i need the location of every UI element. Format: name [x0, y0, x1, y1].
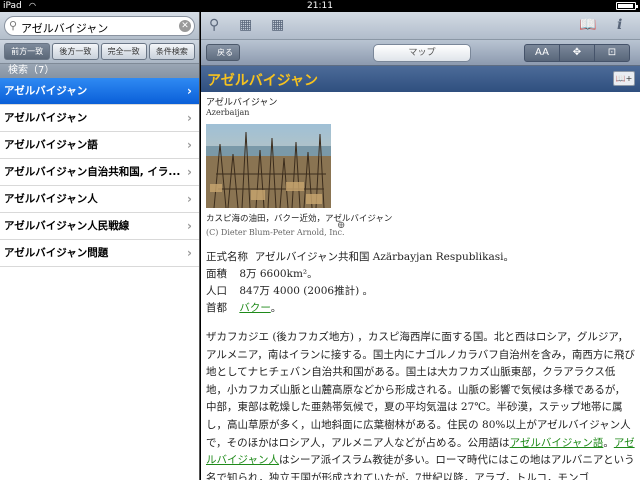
- country-facts: 正式名称 アゼルバイジャン共和国 Azärbayjan Respublikasi…: [206, 249, 635, 317]
- list-item-label: アゼルバイジャン問題: [4, 247, 109, 259]
- chevron-right-icon: ›: [187, 165, 192, 179]
- search-icon[interactable]: ⚲: [209, 17, 219, 33]
- compass-icon[interactable]: ✥: [559, 44, 595, 62]
- fact-value: 847万 4000 (2006推計) 。: [239, 285, 374, 297]
- search-icon: ⚲: [9, 19, 18, 32]
- search-input[interactable]: ⚲ アゼルバイジャン ✕: [4, 16, 195, 36]
- list-item[interactable]: アゼルバイジャン人 ›: [0, 186, 199, 213]
- photo-credit: (C) Dieter Blum-Peter Arnold, Inc.: [206, 228, 345, 237]
- headword: アゼルバイジャン: [206, 98, 278, 108]
- list-item-label: アゼルバイジャン語: [4, 139, 98, 151]
- fact-value: 8万 6600km²。: [239, 268, 318, 280]
- magnify-icon[interactable]: ⊕: [337, 220, 345, 231]
- back-button[interactable]: 戻る: [206, 44, 240, 61]
- list-item-label: アゼルバイジャン: [4, 85, 88, 97]
- list-item-label: アゼルバイジャン: [4, 112, 88, 124]
- scope-advanced-button[interactable]: 条件検索: [148, 43, 195, 60]
- oil-field-photo[interactable]: [206, 124, 331, 208]
- chevron-right-icon: ›: [187, 84, 192, 98]
- search-scope-bar: 前方一致 後方一致 完全一致 条件検索: [0, 40, 199, 64]
- fact-official-name: 正式名称 アゼルバイジャン共和国 Azärbayjan Respublikasi…: [206, 249, 635, 266]
- chevron-right-icon: ›: [187, 138, 192, 152]
- grid-large-icon[interactable]: ▦: [271, 17, 284, 33]
- fact-label: 首都: [206, 302, 227, 314]
- results-panel: ⚲ アゼルバイジャン ✕ 前方一致 後方一致 完全一致 条件検索 検索（7） ア…: [0, 12, 200, 480]
- list-item[interactable]: アゼルバイジャン ›: [0, 78, 199, 105]
- font-size-button[interactable]: AA: [524, 44, 560, 62]
- top-toolbar: ⚲ ▦ ▦ 📖 i: [201, 12, 640, 40]
- language-link[interactable]: アゼルバイジャン語: [510, 437, 604, 449]
- headword-roman: Azerbaijan: [206, 108, 250, 117]
- paragraph-text: ザカフカジエ (後カフカズ地方) ，カスピ海西岸に面する国。北と西はロシア，グル…: [206, 331, 635, 449]
- clock: 21:11: [307, 1, 333, 11]
- fact-label: 面積: [206, 268, 227, 280]
- scope-suffix-button[interactable]: 後方一致: [52, 43, 99, 60]
- fact-capital: 首都 バクー。: [206, 300, 635, 317]
- list-item-label: アゼルバイジャン人民戦線: [4, 220, 130, 232]
- list-item[interactable]: アゼルバイジャン語 ›: [0, 132, 199, 159]
- results-header: 検索（7）: [0, 64, 199, 78]
- photo-caption: カスピ海の油田，バクー近効，アゼルバイジャン: [206, 214, 393, 224]
- chevron-right-icon: ›: [187, 246, 192, 260]
- list-item[interactable]: アゼルバイジャン ›: [0, 105, 199, 132]
- chevron-right-icon: ›: [187, 192, 192, 206]
- book-icon[interactable]: 📖: [579, 17, 596, 33]
- bookmark-add-icon[interactable]: 📖+: [613, 71, 635, 86]
- list-item[interactable]: アゼルバイジャン自治共和国, イラ... ›: [0, 159, 199, 186]
- article-title-bar: アゼルバイジャン 📖+: [201, 66, 640, 92]
- fact-area: 面積 8万 6600km²。: [206, 266, 635, 283]
- search-input-value: アゼルバイジャン: [21, 22, 109, 35]
- fact-suffix: 。: [270, 302, 282, 314]
- map-button[interactable]: マップ: [373, 44, 471, 62]
- article-title: アゼルバイジャン: [207, 73, 319, 89]
- fact-population: 人口 847万 4000 (2006推計) 。: [206, 283, 635, 300]
- search-bar: ⚲ アゼルバイジャン ✕: [0, 12, 199, 40]
- list-item[interactable]: アゼルバイジャン問題 ›: [0, 240, 199, 267]
- fact-label: 正式名称: [206, 251, 248, 263]
- list-item-label: アゼルバイジャン自治共和国, イラ...: [4, 166, 181, 178]
- info-icon[interactable]: i: [617, 17, 622, 33]
- scope-exact-button[interactable]: 完全一致: [100, 43, 147, 60]
- fact-label: 人口: [206, 285, 227, 297]
- article-panel: ⚲ ▦ ▦ 📖 i 戻る マップ AA ✥ ⊡ アゼルバイジャン 📖+ アゼルバ…: [201, 12, 640, 480]
- article-paragraph: ザカフカジエ (後カフカズ地方) ，カスピ海西岸に面する国。北と西はロシア，グル…: [206, 329, 635, 480]
- nav-toolbar: 戻る マップ AA ✥ ⊡: [201, 40, 640, 66]
- paragraph-text: 。: [603, 436, 614, 449]
- chevron-right-icon: ›: [187, 111, 192, 125]
- capital-link[interactable]: バクー: [239, 302, 270, 314]
- font-size-label: AA: [535, 47, 549, 58]
- grid-small-icon[interactable]: ▦: [239, 17, 252, 33]
- status-bar: iPad ◠ 21:11: [0, 0, 640, 12]
- fact-value: アゼルバイジャン共和国 Azärbayjan Respublikasi。: [254, 251, 515, 263]
- battery-icon: [616, 2, 638, 10]
- list-item-label: アゼルバイジャン人: [4, 193, 98, 205]
- scope-prefix-button[interactable]: 前方一致: [4, 43, 51, 60]
- article-body: アゼルバイジャン Azerbaijan ⊕ カスピ海の油田，バクー近効，アゼルバ…: [201, 92, 640, 480]
- zoom-page-icon[interactable]: ⊡: [594, 44, 630, 62]
- list-item[interactable]: アゼルバイジャン人民戦線 ›: [0, 213, 199, 240]
- chevron-right-icon: ›: [187, 219, 192, 233]
- clear-icon[interactable]: ✕: [179, 20, 191, 32]
